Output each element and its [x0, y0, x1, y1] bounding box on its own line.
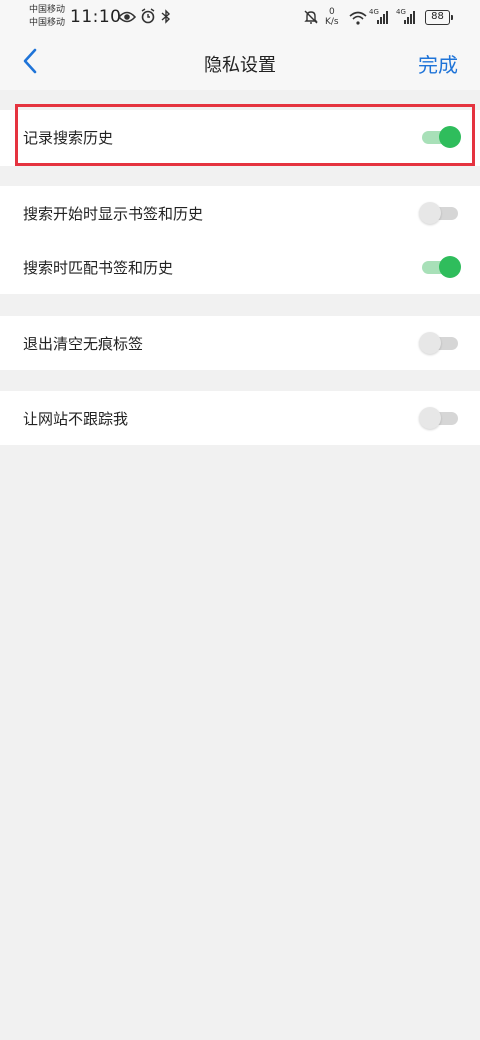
signal-1-label: 4G	[369, 8, 379, 16]
signal-icon-1: 4G	[369, 8, 391, 30]
battery-icon: 88	[425, 10, 453, 25]
match-bookmarks-history-toggle[interactable]	[422, 256, 461, 278]
setting-label: 退出清空无痕标签	[23, 335, 144, 353]
bluetooth-icon	[161, 9, 171, 28]
setting-label: 记录搜索历史	[23, 129, 114, 147]
setting-row-show-bookmarks-on-search-start[interactable]: 搜索开始时显示书签和历史	[0, 186, 480, 240]
status-time: 11:10	[70, 7, 122, 27]
net-speed: 0 K/s	[325, 7, 339, 27]
settings-group-1: 记录搜索历史	[0, 110, 480, 166]
setting-label: 搜索开始时显示书签和历史	[23, 205, 204, 223]
net-speed-unit: K/s	[325, 17, 339, 27]
title-bar: 隐私设置 完成	[0, 36, 480, 90]
toggle-knob	[439, 256, 461, 278]
settings-group-2: 搜索开始时显示书签和历史 搜索时匹配书签和历史	[0, 186, 480, 294]
carrier-1: 中国移动	[29, 5, 66, 15]
toggle-knob	[419, 332, 441, 354]
toggle-knob	[439, 126, 461, 148]
setting-row-record-search-history[interactable]: 记录搜索历史	[0, 110, 480, 164]
toggle-knob	[419, 202, 441, 224]
done-button[interactable]: 完成	[418, 49, 458, 78]
setting-row-match-bookmarks-on-search[interactable]: 搜索时匹配书签和历史	[0, 240, 480, 294]
net-speed-value: 0	[328, 7, 335, 17]
signal-2-label: 4G	[396, 8, 406, 16]
setting-label: 让网站不跟踪我	[23, 410, 129, 428]
toggle-knob	[419, 407, 441, 429]
status-bar: 中国移动 中国移动 11:10 0 K/s 4G 4G 88	[0, 0, 480, 36]
carrier-2: 中国移动	[29, 18, 66, 28]
setting-label: 搜索时匹配书签和历史	[23, 259, 174, 277]
settings-group-3: 退出清空无痕标签	[0, 316, 480, 370]
clear-incognito-toggle[interactable]	[419, 332, 458, 354]
do-not-track-toggle[interactable]	[419, 407, 458, 429]
setting-row-clear-incognito-on-exit[interactable]: 退出清空无痕标签	[0, 316, 480, 370]
wifi-icon	[349, 10, 367, 29]
show-bookmarks-history-toggle[interactable]	[419, 202, 458, 224]
settings-group-4: 让网站不跟踪我	[0, 391, 480, 445]
eye-icon	[117, 9, 137, 28]
alarm-icon	[140, 8, 156, 28]
carrier-labels: 中国移动 中国移动	[29, 4, 65, 30]
setting-row-do-not-track[interactable]: 让网站不跟踪我	[0, 391, 480, 445]
page-title: 隐私设置	[204, 55, 276, 76]
signal-icon-2: 4G	[396, 8, 418, 30]
mute-bell-icon	[303, 9, 319, 29]
record-search-history-toggle[interactable]	[422, 126, 461, 148]
